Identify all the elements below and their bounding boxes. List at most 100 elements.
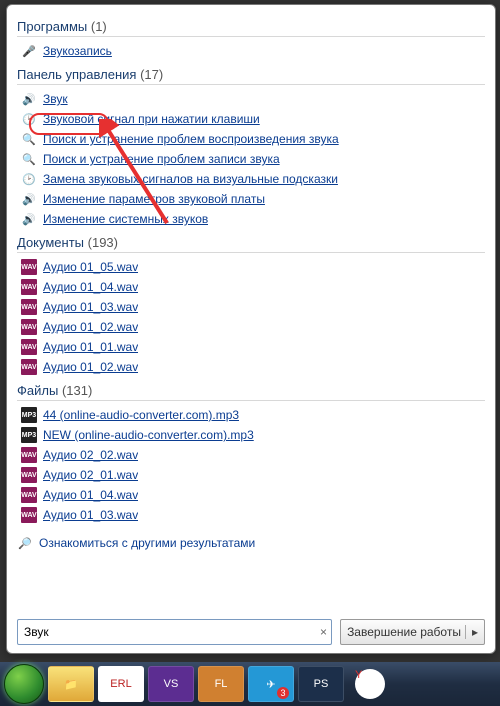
section-title: Документы — [17, 235, 84, 250]
taskbar-telegram-button[interactable]: ✈ 3 — [248, 666, 294, 702]
result-label: Изменение параметров звуковой платы — [43, 192, 265, 206]
result-label: Аудио 01_04.wav — [43, 280, 138, 294]
mp3-icon: MP3 — [21, 407, 37, 423]
search-icon: 🔍 — [21, 131, 37, 147]
result-label: Аудио 01_02.wav — [43, 360, 138, 374]
result-label: 44 (online-audio-converter.com).mp3 — [43, 408, 239, 422]
search-result-item[interactable]: 🔊 Звук — [17, 89, 485, 109]
shutdown-label: Завершение работы — [347, 625, 461, 639]
section-count: (131) — [62, 383, 92, 398]
section-documents-header: Документы (193) — [17, 235, 485, 253]
mp3-icon: MP3 — [21, 427, 37, 443]
search-icon: 🔍 — [21, 151, 37, 167]
section-control-panel-header: Панель управления (17) — [17, 67, 485, 85]
result-label: Звук — [43, 92, 68, 106]
result-label: Аудио 01_01.wav — [43, 340, 138, 354]
search-result-item[interactable]: MP3 NEW (online-audio-converter.com).mp3 — [17, 425, 485, 445]
see-more-results-link[interactable]: 🔎 Ознакомиться с другими результатами — [17, 535, 485, 551]
search-result-item[interactable]: WAV Аудио 01_02.wav — [17, 317, 485, 337]
section-programs-header: Программы (1) — [17, 19, 485, 37]
visual-studio-icon: VS — [164, 678, 179, 690]
search-result-item[interactable]: WAV Аудио 02_01.wav — [17, 465, 485, 485]
result-label: Изменение системных звуков — [43, 212, 208, 226]
result-label: Поиск и устранение проблем воспроизведен… — [43, 132, 339, 146]
shutdown-button[interactable]: Завершение работы ▸ — [340, 619, 485, 645]
taskbar-erlang-button[interactable]: ERL — [98, 666, 144, 702]
wav-icon: WAV — [21, 359, 37, 375]
result-label: Звуковой сигнал при нажатии клавиши — [43, 112, 260, 126]
search-result-item[interactable]: 🎤Звукозапись — [17, 41, 485, 61]
search-result-item[interactable]: MP3 44 (online-audio-converter.com).mp3 — [17, 405, 485, 425]
wav-icon: WAV — [21, 319, 37, 335]
search-result-item[interactable]: 🕑 Звуковой сигнал при нажатии клавиши — [17, 109, 485, 129]
search-result-item[interactable]: 🕑 Замена звуковых сигналов на визуальные … — [17, 169, 485, 189]
taskbar-explorer-button[interactable]: 📁 — [48, 666, 94, 702]
wav-icon: WAV — [21, 447, 37, 463]
speaker-icon: 🔊 — [21, 91, 37, 107]
clear-search-icon[interactable]: × — [320, 625, 327, 639]
search-result-item[interactable]: WAV Аудио 01_04.wav — [17, 277, 485, 297]
taskbar-app-button[interactable]: PS — [298, 666, 344, 702]
search-result-item[interactable]: WAV Аудио 02_02.wav — [17, 445, 485, 465]
section-count: (1) — [91, 19, 107, 34]
search-icon: 🔎 — [17, 535, 33, 551]
section-title: Программы — [17, 19, 87, 34]
telegram-icon: ✈ — [266, 678, 275, 691]
result-label: Аудио 01_03.wav — [43, 508, 138, 522]
search-result-item[interactable]: 🔊 Изменение системных звуков — [17, 209, 485, 229]
wav-icon: WAV — [21, 279, 37, 295]
section-count: (17) — [140, 67, 163, 82]
folder-icon: 📁 — [64, 678, 78, 691]
control-panel-list: 🔊 Звук 🕑 Звуковой сигнал при нажатии клавиш… — [17, 89, 485, 229]
yandex-icon: Y — [355, 669, 385, 699]
taskbar-flstudio-button[interactable]: FL — [198, 666, 244, 702]
result-label: Аудио 01_03.wav — [43, 300, 138, 314]
shutdown-options-arrow-icon[interactable]: ▸ — [465, 625, 478, 639]
result-label: NEW (online-audio-converter.com).mp3 — [43, 428, 254, 442]
speaker-icon: 🔊 — [21, 211, 37, 227]
wav-icon: WAV — [21, 507, 37, 523]
programs-list: 🎤Звукозапись — [17, 41, 485, 61]
search-result-item[interactable]: 🔍 Поиск и устранение проблем воспроизведе… — [17, 129, 485, 149]
taskbar: 📁 ERL VS FL ✈ 3 PS Y — [0, 662, 500, 706]
flstudio-icon: FL — [215, 678, 228, 690]
notification-badge: 3 — [277, 687, 289, 699]
result-label: Аудио 02_02.wav — [43, 448, 138, 462]
section-title: Файлы — [17, 383, 58, 398]
wav-icon: WAV — [21, 487, 37, 503]
search-result-item[interactable]: WAV Аудио 01_01.wav — [17, 337, 485, 357]
documents-list: WAV Аудио 01_05.wav WAV Аудио 01_04.wav WAV А… — [17, 257, 485, 377]
result-label: Аудио 01_05.wav — [43, 260, 138, 274]
wav-icon: WAV — [21, 467, 37, 483]
section-files-header: Файлы (131) — [17, 383, 485, 401]
wav-icon: WAV — [21, 339, 37, 355]
start-menu-bottom-row: × Завершение работы ▸ — [17, 619, 485, 645]
wav-icon: WAV — [21, 259, 37, 275]
clock-icon: 🕑 — [21, 171, 37, 187]
search-result-item[interactable]: WAV Аудио 01_05.wav — [17, 257, 485, 277]
search-result-item[interactable]: WAV Аудио 01_04.wav — [17, 485, 485, 505]
erlang-icon: ERL — [110, 678, 131, 690]
taskbar-yandex-button[interactable]: Y — [348, 667, 392, 701]
result-label: Замена звуковых сигналов на визуальные п… — [43, 172, 338, 186]
clock-icon: 🕑 — [21, 111, 37, 127]
more-results-label: Ознакомиться с другими результатами — [39, 536, 255, 550]
start-menu-search-results: Программы (1) 🎤Звукозапись Панель управл… — [6, 4, 496, 654]
taskbar-visual-studio-button[interactable]: VS — [148, 666, 194, 702]
search-input[interactable] — [22, 624, 320, 640]
result-label: Аудио 01_04.wav — [43, 488, 138, 502]
result-label: Аудио 02_01.wav — [43, 468, 138, 482]
search-box[interactable]: × — [17, 619, 332, 645]
start-button[interactable] — [4, 664, 44, 704]
app-icon: PS — [314, 678, 329, 690]
search-result-item[interactable]: WAV Аудио 01_03.wav — [17, 505, 485, 525]
search-result-item[interactable]: 🔍 Поиск и устранение проблем записи звука — [17, 149, 485, 169]
search-result-item[interactable]: WAV Аудио 01_02.wav — [17, 357, 485, 377]
wav-icon: WAV — [21, 299, 37, 315]
search-result-item[interactable]: WAV Аудио 01_03.wav — [17, 297, 485, 317]
result-label: Поиск и устранение проблем записи звука — [43, 152, 280, 166]
search-result-item[interactable]: 🔊 Изменение параметров звуковой платы — [17, 189, 485, 209]
speaker-icon: 🔊 — [21, 191, 37, 207]
section-title: Панель управления — [17, 67, 136, 82]
result-label: Аудио 01_02.wav — [43, 320, 138, 334]
